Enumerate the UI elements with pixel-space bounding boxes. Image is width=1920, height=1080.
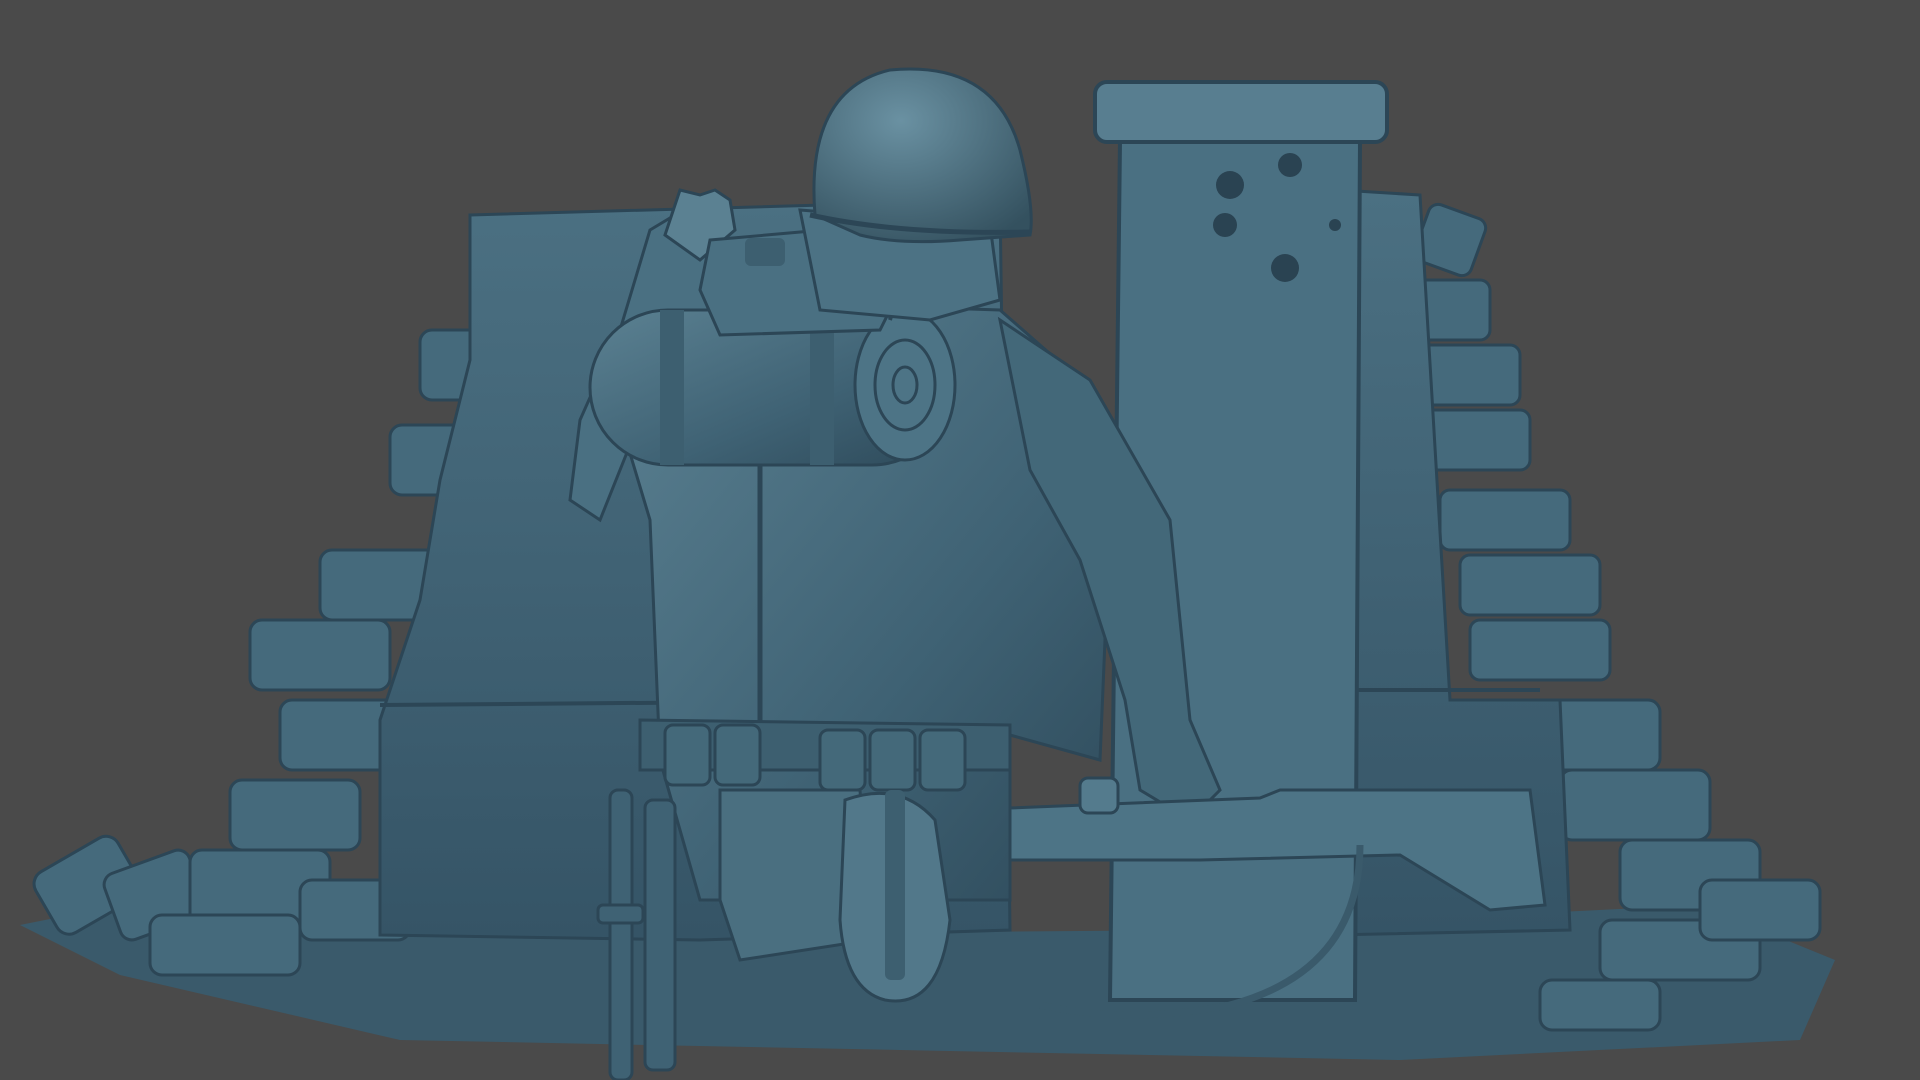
pillar-cap — [1093, 80, 1389, 144]
sculpt-render — [0, 0, 1920, 1080]
3d-viewport[interactable] — [0, 0, 1920, 1080]
